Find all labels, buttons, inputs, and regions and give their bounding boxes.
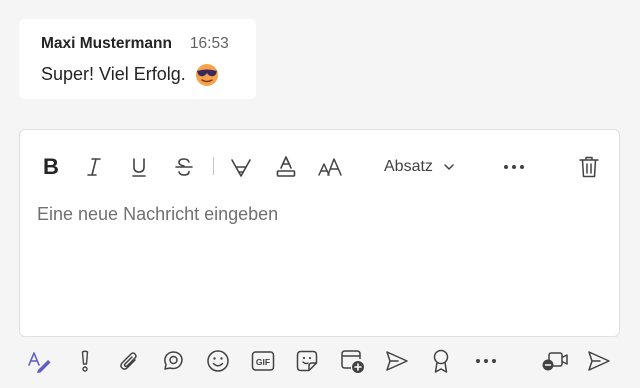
message-header: Maxi Mustermann 16:53 bbox=[41, 35, 234, 57]
message-body: Super! Viel Erfolg. bbox=[41, 61, 234, 87]
format-icon bbox=[28, 352, 51, 373]
sticker-icon bbox=[296, 350, 318, 372]
trash-icon bbox=[579, 156, 599, 178]
svg-text:GIF: GIF bbox=[256, 357, 270, 367]
smiley-icon bbox=[207, 350, 229, 372]
emoji-button[interactable] bbox=[203, 346, 233, 376]
underline-icon bbox=[132, 158, 146, 177]
highlight-button[interactable] bbox=[226, 152, 256, 182]
compose-actions-toolbar: GIF bbox=[0, 342, 640, 382]
toolbar-separator bbox=[213, 157, 214, 175]
paragraph-style-label: Absatz bbox=[384, 158, 433, 175]
compose-box[interactable]: B Absatz Eine neue Nachricht eingeben bbox=[19, 129, 620, 337]
praise-button[interactable] bbox=[426, 346, 456, 376]
message-text: Super! Viel Erfolg. bbox=[41, 63, 186, 84]
highlighter-icon bbox=[231, 159, 251, 177]
send-icon bbox=[588, 351, 610, 371]
font-color-button[interactable] bbox=[271, 152, 301, 182]
more-icon bbox=[476, 359, 496, 363]
more-icon bbox=[504, 165, 524, 169]
strikethrough-button[interactable] bbox=[169, 152, 199, 182]
font-size-button[interactable] bbox=[315, 152, 345, 182]
video-clip-button[interactable] bbox=[540, 346, 570, 376]
paragraph-style-dropdown[interactable]: Absatz bbox=[384, 154, 455, 180]
formatting-toolbar: B Absatz bbox=[20, 130, 619, 202]
gif-icon: GIF bbox=[251, 351, 275, 371]
schedule-meeting-button[interactable] bbox=[337, 346, 367, 376]
video-clip-icon bbox=[542, 352, 568, 371]
stream-button[interactable] bbox=[382, 346, 412, 376]
send-outline-icon bbox=[386, 351, 408, 371]
importance-button[interactable] bbox=[70, 346, 100, 376]
message-time: 16:53 bbox=[189, 35, 229, 52]
paperclip-icon bbox=[120, 352, 137, 370]
calendar-add-icon bbox=[341, 350, 364, 373]
more-options-button[interactable] bbox=[471, 346, 501, 376]
attach-file-button[interactable] bbox=[114, 346, 144, 376]
italic-icon bbox=[87, 158, 101, 176]
bold-button[interactable]: B bbox=[36, 152, 66, 182]
chat-message[interactable]: Maxi Mustermann 16:53 Super! Viel Erfolg… bbox=[19, 19, 256, 99]
font-color-icon bbox=[276, 156, 296, 177]
underline-button[interactable] bbox=[124, 152, 154, 182]
award-icon bbox=[433, 349, 449, 373]
loop-icon bbox=[164, 351, 183, 370]
font-size-icon bbox=[318, 158, 342, 176]
gif-button[interactable]: GIF bbox=[248, 346, 278, 376]
strikethrough-icon bbox=[175, 158, 193, 176]
chevron-down-icon bbox=[444, 164, 454, 170]
message-author: Maxi Mustermann bbox=[41, 35, 172, 52]
format-button[interactable] bbox=[24, 346, 54, 376]
sunglasses-emoji-icon bbox=[194, 61, 220, 87]
loop-component-button[interactable] bbox=[158, 346, 188, 376]
sticker-button[interactable] bbox=[292, 346, 322, 376]
bold-label: B bbox=[43, 154, 59, 179]
send-button[interactable] bbox=[584, 346, 614, 376]
exclamation-icon bbox=[81, 350, 89, 372]
italic-button[interactable] bbox=[79, 152, 109, 182]
discard-button[interactable] bbox=[574, 152, 604, 182]
message-input[interactable]: Eine neue Nachricht eingeben bbox=[37, 204, 278, 225]
more-formatting-button[interactable] bbox=[499, 152, 529, 182]
